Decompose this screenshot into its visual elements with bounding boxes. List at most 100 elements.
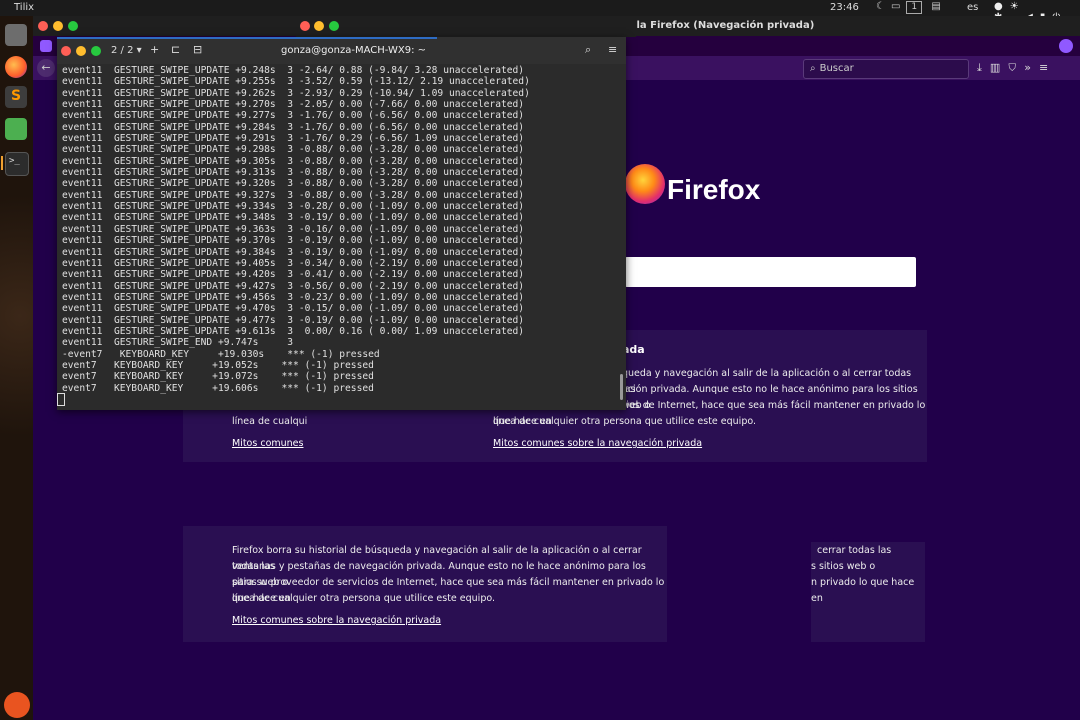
private-info-line-4: línea de cualquier otra persona que util… <box>493 416 757 427</box>
terminal-line: event11 GESTURE_SWIPE_UPDATE +9.270s 3 -… <box>62 99 525 111</box>
search-placeholder: Buscar <box>819 63 854 74</box>
library-icon[interactable]: ▥ <box>990 61 1008 74</box>
terminal-line: event11 GESTURE_SWIPE_UPDATE +9.255s 3 -… <box>62 76 530 88</box>
brightness-icon[interactable]: ☀ <box>1010 1 1026 12</box>
clipboard-icon[interactable]: ▤ <box>931 1 946 12</box>
chevron-down-icon: ▾ <box>136 45 142 56</box>
dock: S >_ <box>0 16 33 720</box>
terminal-output[interactable]: event11 GESTURE_SWIPE_UPDATE +9.248s 3 -… <box>62 65 622 409</box>
terminal-maximize-button[interactable] <box>91 46 101 56</box>
private-info-left-line-2: línea de cualqui <box>232 416 308 427</box>
terminal-line: event11 GESTURE_SWIPE_UPDATE +9.327s 3 -… <box>62 189 525 201</box>
terminal-line: event11 GESTURE_SWIPE_UPDATE +9.320s 3 -… <box>62 178 525 190</box>
terminal-line: event11 GESTURE_SWIPE_UPDATE +9.334s 3 -… <box>62 201 525 213</box>
close-window-button[interactable] <box>300 21 310 31</box>
terminal-line: event7 KEYBOARD_KEY +19.072s *** (-1) pr… <box>62 371 374 383</box>
terminal-line: event11 GESTURE_SWIPE_UPDATE +9.248s 3 -… <box>62 65 525 76</box>
notification-dot-icon[interactable]: ● <box>994 1 1010 12</box>
dock-files-icon[interactable] <box>5 24 27 46</box>
toolbar-icons: ⤓▥⛉»≡ <box>977 61 1056 75</box>
terminal-line: -event7 KEYBOARD_KEY +19.030s *** (-1) p… <box>62 348 380 360</box>
terminal-title: gonza@gonza-MACH-WX9: ~ <box>281 45 426 56</box>
dock-firefox-icon[interactable] <box>5 56 27 78</box>
firefox-logo-icon <box>625 164 665 204</box>
terminal-line: event11 GESTURE_SWIPE_UPDATE +9.370s 3 -… <box>62 235 525 247</box>
terminal-line: event11 GESTURE_SWIPE_UPDATE +9.477s 3 -… <box>62 314 525 326</box>
split-right-icon[interactable]: ⊏ <box>171 43 180 56</box>
terminal-line: event11 GESTURE_SWIPE_UPDATE +9.613s 3 0… <box>62 325 525 337</box>
firefox-window-title: Mozilla Firefox (Navegación privada) <box>607 20 815 31</box>
terminal-line: event11 GESTURE_SWIPE_UPDATE +9.277s 3 -… <box>62 110 525 122</box>
minimize-window-button[interactable] <box>53 21 63 31</box>
terminal-line: event11 GESTURE_SWIPE_UPDATE +9.348s 3 -… <box>62 212 525 224</box>
terminal-line: event7 KEYBOARD_KEY +19.052s *** (-1) pr… <box>62 359 374 371</box>
search-icon: ⌕ <box>810 63 816 74</box>
firefox-wordmark: Firefox <box>667 174 761 205</box>
terminal-line: event11 GESTURE_SWIPE_UPDATE +9.384s 3 -… <box>62 246 525 258</box>
search-input[interactable]: ⌕ Buscar <box>803 59 969 79</box>
terminal-line: event11 GESTURE_SWIPE_UPDATE +9.427s 3 -… <box>62 280 525 292</box>
top-panel: Tilix 23:46 ☾▭1 ▤ es ●☀✱◡◀▮⏻ <box>0 0 1080 23</box>
private-browsing-mask-icon <box>1059 39 1073 53</box>
workspace-indicator[interactable]: 1 <box>906 1 923 14</box>
close-window-button[interactable] <box>38 21 48 31</box>
back-button[interactable]: ← <box>37 59 55 77</box>
maximize-window-button[interactable] <box>68 21 78 31</box>
dock-active-indicator <box>1 156 3 170</box>
minimize-window-button[interactable] <box>314 21 324 31</box>
private-myths-link-left[interactable]: Mitos comunes <box>232 438 303 449</box>
active-app-name[interactable]: Tilix <box>14 2 34 13</box>
hamburger-menu-icon[interactable]: ≡ <box>608 43 617 56</box>
menu-icon[interactable]: ≡ <box>1039 61 1056 74</box>
private-search-input[interactable] <box>625 257 916 287</box>
terminal-line: event11 GESTURE_SWIPE_UPDATE +9.405s 3 -… <box>62 257 525 269</box>
terminal-active-indicator <box>57 37 437 39</box>
download-icon[interactable]: ⤓ <box>977 61 990 74</box>
session-switcher[interactable]: 2 / 2 ▾ <box>111 45 142 56</box>
terminal-line: event11 GESTURE_SWIPE_UPDATE +9.291s 3 -… <box>62 133 525 145</box>
weather-icon[interactable]: ☾ <box>876 1 891 12</box>
private-myths-link[interactable]: Mitos comunes sobre la navegación privad… <box>493 438 702 449</box>
terminal-header[interactable]: 2 / 2 ▾ + ⊏ ⊟ gonza@gonza-MACH-WX9: ~ ⌕ … <box>57 37 626 64</box>
terminal-line: event11 GESTURE_SWIPE_UPDATE +9.298s 3 -… <box>62 144 525 156</box>
system-tray[interactable]: ☾▭ 1 ▤ <box>876 1 947 14</box>
split-down-icon[interactable]: ⊟ <box>193 43 202 56</box>
terminal-line: event11 GESTURE_SWIPE_UPDATE +9.456s 3 -… <box>62 291 525 303</box>
terminal-close-button[interactable] <box>61 46 71 56</box>
private-info-card-bottom: Firefox borra su historial de búsqueda y… <box>183 526 667 642</box>
search-icon[interactable]: ⌕ <box>585 43 591 57</box>
dock-sublime-icon[interactable]: S <box>5 86 27 108</box>
tilix-window-background-header[interactable] <box>296 16 636 37</box>
show-apps-icon[interactable] <box>4 692 30 718</box>
private-myths-link-bottom[interactable]: Mitos comunes sobre la navegación privad… <box>232 615 441 626</box>
private-tab-icon[interactable] <box>40 40 52 52</box>
dock-terminal-icon[interactable]: >_ <box>5 152 29 176</box>
terminal-line: event11 GESTURE_SWIPE_UPDATE +9.262s 3 -… <box>62 87 530 99</box>
maximize-window-button[interactable] <box>329 21 339 31</box>
terminal-window: 2 / 2 ▾ + ⊏ ⊟ gonza@gonza-MACH-WX9: ~ ⌕ … <box>57 37 626 410</box>
terminal-minimize-button[interactable] <box>76 46 86 56</box>
keyboard-icon[interactable]: ▭ <box>891 1 906 12</box>
terminal-line: event11 GESTURE_SWIPE_UPDATE +9.470s 3 -… <box>62 303 525 315</box>
overflow-icon[interactable]: » <box>1024 61 1039 74</box>
terminal-line: event11 GESTURE_SWIPE_UPDATE +9.305s 3 -… <box>62 155 525 167</box>
terminal-line: event11 GESTURE_SWIPE_UPDATE +9.363s 3 -… <box>62 223 525 235</box>
terminal-line: event11 GESTURE_SWIPE_UPDATE +9.284s 3 -… <box>62 121 525 133</box>
private-info-right-line-1: cerrar todas las <box>817 545 892 556</box>
private-info-card-bottom-right: cerrar todas las s sitios web o n privad… <box>811 542 925 642</box>
terminal-line: event7 KEYBOARD_KEY +19.606s *** (-1) pr… <box>62 382 374 394</box>
session-page-indicator: 2 / 2 <box>111 45 134 56</box>
dock-app-icon[interactable] <box>5 118 27 140</box>
private-info-right-line-2: s sitios web o <box>811 561 876 572</box>
add-session-icon[interactable]: + <box>150 43 159 56</box>
terminal-cursor <box>57 393 65 406</box>
terminal-line: event11 GESTURE_SWIPE_UPDATE +9.313s 3 -… <box>62 167 525 179</box>
terminal-line: event11 GESTURE_SWIPE_END +9.747s 3 <box>62 337 294 349</box>
clock[interactable]: 23:46 <box>830 2 859 13</box>
shield-icon[interactable]: ⛉ <box>1008 61 1024 74</box>
private-info-right-line-3: n privado lo que hace en <box>811 577 915 604</box>
private-info-bottom-line-4: línea de cualquier otra persona que util… <box>232 593 496 604</box>
language-indicator[interactable]: es <box>967 2 978 13</box>
terminal-scrollbar[interactable] <box>620 374 623 400</box>
terminal-line: event11 GESTURE_SWIPE_UPDATE +9.420s 3 -… <box>62 269 525 281</box>
